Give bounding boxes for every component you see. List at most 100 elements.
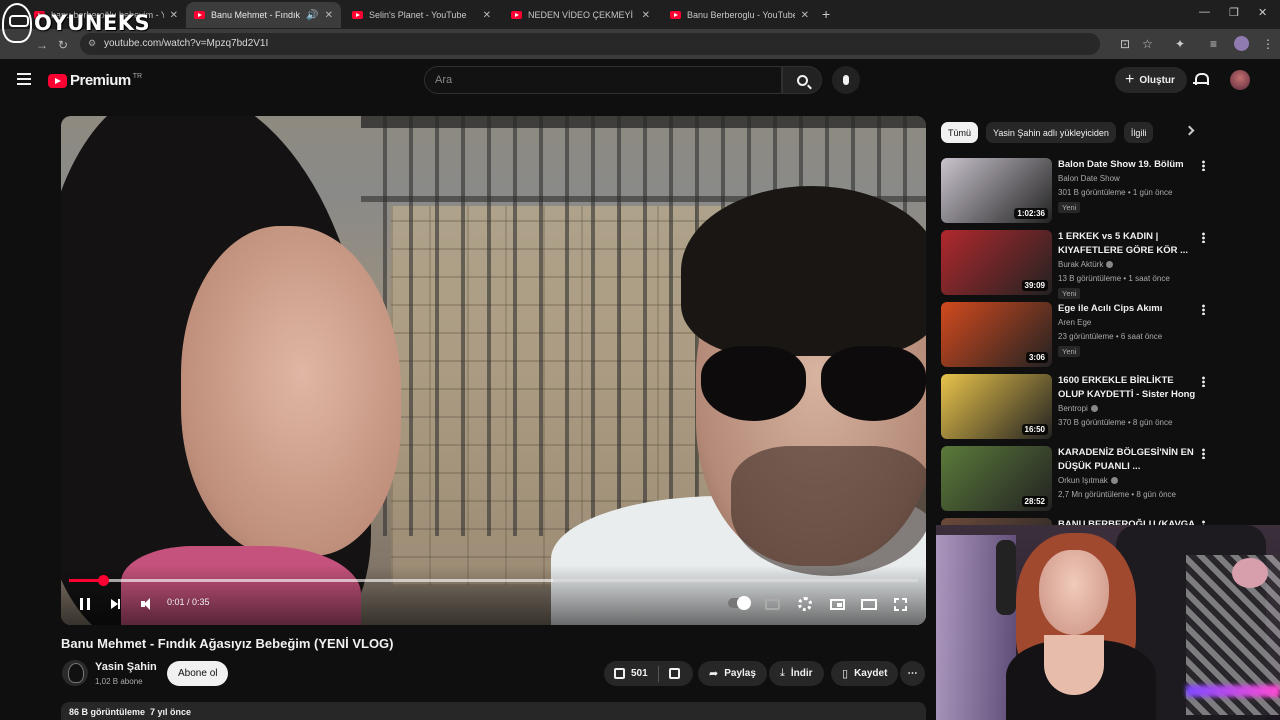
recommendation-channel[interactable]: Burak Aktürk (1058, 260, 1103, 269)
share-button[interactable]: ➦ Paylaş (698, 661, 767, 686)
thumbs-down-icon[interactable] (668, 668, 680, 679)
chevron-right-icon[interactable] (1184, 125, 1195, 136)
browser-tab-strip: banu berberoğlu bebeyim - You ✕ Banu Meh… (0, 0, 1280, 29)
like-button[interactable]: 501 (604, 661, 648, 686)
video-thumbnail[interactable]: 28:52 (941, 446, 1052, 511)
chip-all[interactable]: Tümü (941, 122, 979, 143)
video-player[interactable]: 0:01 / 0:35 (61, 116, 926, 625)
fullscreen-icon[interactable] (894, 598, 907, 611)
recommendation-channel[interactable]: Aren Ege (1058, 318, 1091, 327)
search-input[interactable] (425, 67, 781, 93)
youtube-premium-logo[interactable]: Premium TR (48, 72, 142, 89)
close-window-icon[interactable]: ✕ (1258, 6, 1267, 19)
miniplayer-icon[interactable] (830, 599, 845, 610)
recommendation-title[interactable]: Balon Date Show 19. Bölüm (1058, 158, 1198, 172)
recommendation-item[interactable]: 16:50 1600 ERKEKLE BİRLİKTE OLUP KAYDETTİ… (941, 374, 1221, 440)
recommendation-meta: 23 görüntüleme • 6 saat önce (1058, 332, 1163, 341)
recommendation-title[interactable]: 1 ERKEK vs 5 KADIN | KIYAFETLERE GÖRE KÖ… (1058, 230, 1198, 258)
recommendation-title[interactable]: KARADENİZ BÖLGESİ'NİN EN DÜŞÜK PUANLI ..… (1058, 446, 1198, 474)
description-box[interactable]: 86 B görüntüleme 7 yıl önce (61, 702, 926, 720)
subtitles-icon[interactable] (765, 599, 780, 610)
browser-tab-active[interactable]: Banu Mehmet - Fındık Ağa 🔊 ✕ (186, 2, 341, 28)
more-vertical-icon[interactable] (1202, 304, 1205, 315)
browser-tab-5[interactable]: Banu Berberoglu - YouTube ✕ (662, 2, 817, 28)
chip-from-uploader[interactable]: Yasin Şahin adlı yükleyiciden (986, 122, 1116, 143)
scrubber-handle[interactable] (97, 575, 109, 586)
browser-menu-icon[interactable]: ⋮ (1262, 37, 1274, 51)
media-control-icon[interactable]: ≡ (1210, 37, 1217, 51)
recommendation-title[interactable]: 1600 ERKEKLE BİRLİKTE OLUP KAYDETTİ - Si… (1058, 374, 1198, 402)
youtube-favicon-icon (511, 11, 522, 19)
browser-tab-4[interactable]: NEDEN VİDEO ÇEKMEYİ BIRAKT ✕ (503, 2, 658, 28)
recommendation-item[interactable]: 1:02:36 Balon Date Show 19. Bölüm Balon Da… (941, 158, 1221, 224)
share-arrow-icon: ➦ (709, 668, 719, 680)
recommendation-meta: 13 B görüntüleme • 1 saat önce (1058, 274, 1170, 283)
profile-avatar[interactable] (1234, 36, 1249, 51)
recommendation-title[interactable]: Ege ile Acılı Cips Akımı (1058, 302, 1198, 316)
recommendation-channel[interactable]: Orkun Işıtmak (1058, 476, 1108, 485)
video-thumbnail[interactable]: 1:02:36 (941, 158, 1052, 223)
close-tab-icon[interactable]: ✕ (483, 10, 491, 21)
more-vertical-icon[interactable] (1202, 232, 1205, 243)
save-button[interactable]: ▯ Kaydet (831, 661, 899, 686)
channel-name[interactable]: Yasin Şahin (95, 661, 157, 673)
extensions-icon[interactable]: ✦ (1175, 37, 1185, 51)
pause-icon[interactable] (80, 598, 90, 610)
buffered-bar (69, 579, 553, 582)
download-button[interactable]: ⤓ İndir (769, 661, 824, 686)
subscriber-count: 1,02 B abone (95, 677, 143, 686)
mascot-logo-icon (2, 3, 32, 43)
user-avatar[interactable] (1230, 70, 1250, 90)
create-button[interactable]: + Oluştur (1115, 67, 1187, 93)
duration-badge: 3:06 (1025, 352, 1048, 363)
new-tab-icon[interactable]: + (822, 6, 830, 22)
recommendation-channel-row: Aren Ege (1058, 318, 1091, 327)
more-vertical-icon[interactable] (1202, 376, 1205, 387)
recommendation-item[interactable]: 28:52 KARADENİZ BÖLGESİ'NİN EN DÜŞÜK PUAN… (941, 446, 1221, 512)
close-tab-icon[interactable]: ✕ (801, 10, 809, 21)
close-tab-icon[interactable]: ✕ (642, 10, 650, 21)
new-badge: Yeni (1058, 202, 1081, 213)
voice-search-button[interactable] (832, 66, 860, 94)
minimize-icon[interactable]: — (1199, 6, 1210, 18)
menu-icon[interactable] (17, 73, 31, 85)
recommendation-item[interactable]: 3:06 Ege ile Acılı Cips Akımı Aren Ege 23 g… (941, 302, 1221, 368)
recommendation-channel[interactable]: Balon Date Show (1058, 174, 1120, 183)
close-tab-icon[interactable]: ✕ (325, 10, 333, 21)
progress-bar[interactable] (69, 575, 918, 586)
channel-avatar[interactable] (62, 660, 88, 686)
recommendation-meta: 2,7 Mn görüntüleme • 8 gün önce (1058, 490, 1176, 499)
chip-related[interactable]: İlgili (1123, 122, 1154, 143)
video-thumbnail[interactable]: 3:06 (941, 302, 1052, 367)
video-thumbnail[interactable]: 39:09 (941, 230, 1052, 295)
next-video-icon[interactable] (111, 599, 120, 609)
more-actions-button[interactable]: ⋯ (900, 661, 925, 686)
search-box (424, 66, 782, 94)
like-divider (657, 665, 659, 682)
close-tab-icon[interactable]: ✕ (170, 10, 178, 21)
autoplay-toggle[interactable] (728, 596, 751, 610)
subscribe-button[interactable]: Abone ol (167, 661, 229, 686)
volume-icon[interactable] (141, 598, 155, 610)
settings-gear-icon[interactable] (798, 597, 812, 611)
maximize-icon[interactable]: ❐ (1229, 6, 1239, 19)
bookmark-star-icon[interactable]: ☆ (1142, 37, 1153, 51)
download-label: İndir (790, 668, 813, 679)
recommendation-channel[interactable]: Bentropi (1058, 404, 1088, 413)
more-vertical-icon[interactable] (1202, 448, 1205, 459)
recommendation-item[interactable]: 39:09 1 ERKEK vs 5 KADIN | KIYAFETLERE GÖ… (941, 230, 1221, 299)
speaker-icon[interactable]: 🔊 (306, 10, 318, 21)
recommendation-channel-row: Balon Date Show (1058, 174, 1120, 183)
notifications-bell-icon[interactable] (1193, 72, 1209, 86)
download-icon: ⤓ (780, 667, 785, 679)
browser-tab-3[interactable]: Selin's Planet - YouTube ✕ (344, 2, 499, 28)
search-button[interactable] (782, 66, 822, 94)
video-person-right (551, 116, 926, 625)
player-controls: 0:01 / 0:35 (61, 565, 926, 625)
install-icon[interactable]: ⊡ (1120, 37, 1130, 51)
more-vertical-icon[interactable] (1202, 160, 1205, 171)
url-field[interactable]: ⚙ youtube.com/watch?v=Mpzq7bd2V1I (80, 33, 1100, 55)
theater-mode-icon[interactable] (861, 599, 877, 610)
video-thumbnail[interactable]: 16:50 (941, 374, 1052, 439)
subscribe-label: Abone ol (178, 668, 218, 679)
